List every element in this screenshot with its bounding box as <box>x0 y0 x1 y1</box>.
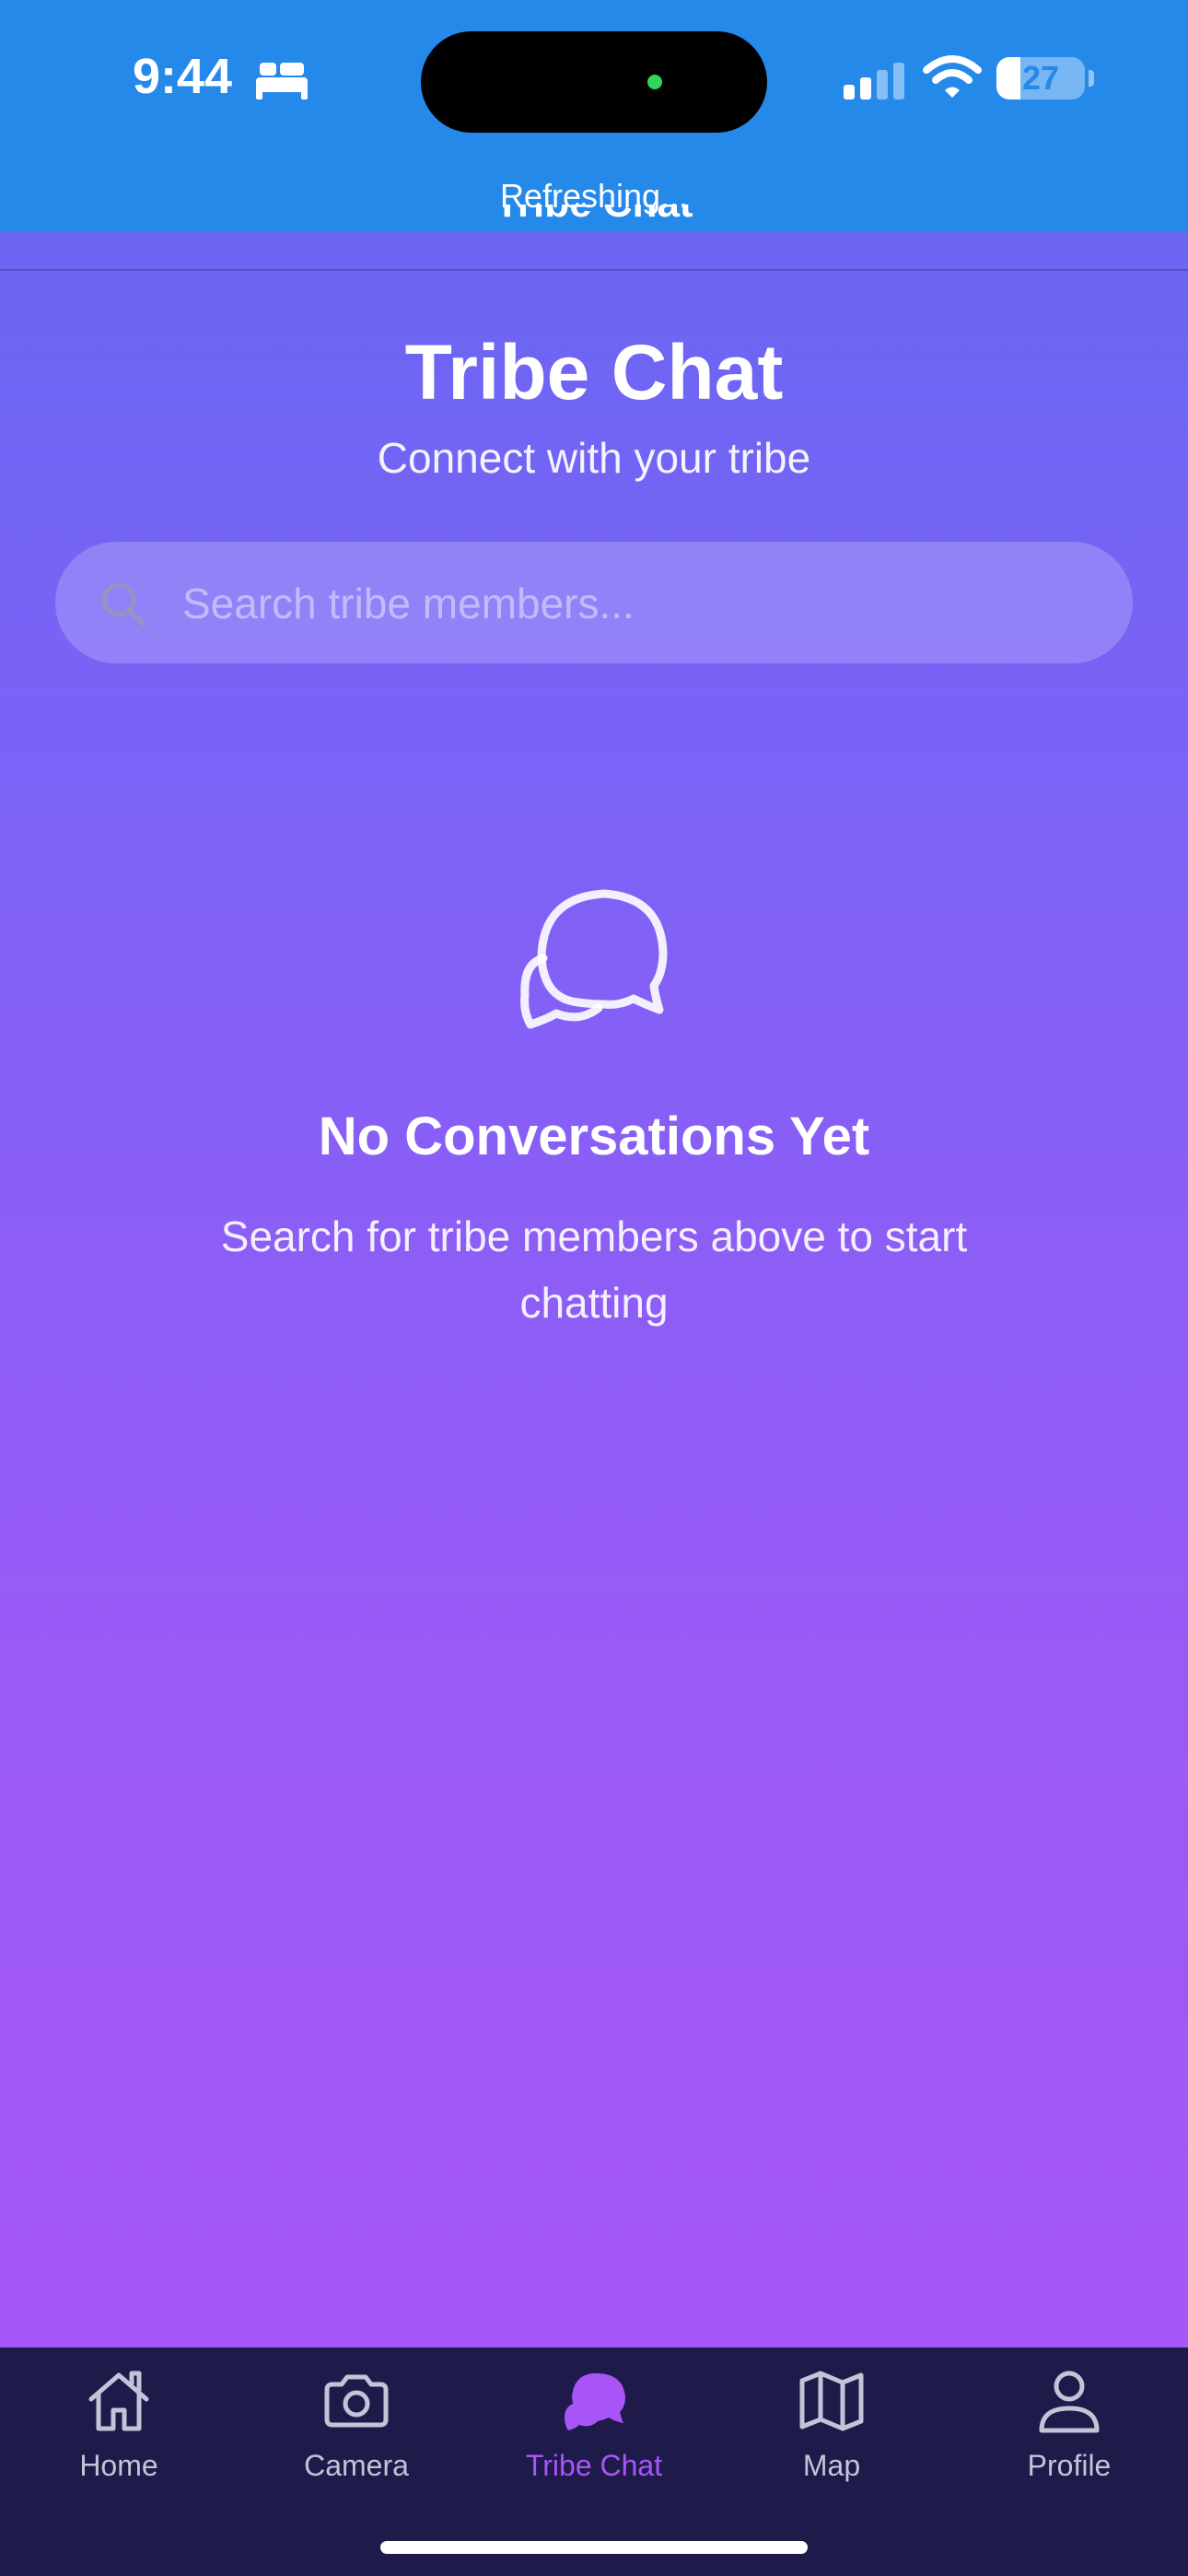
dynamic-island <box>421 31 767 133</box>
battery-level-label: 27 <box>1021 59 1060 97</box>
tab-label-home: Home <box>79 2449 158 2482</box>
search-input[interactable] <box>181 569 1087 638</box>
empty-state-title: No Conversations Yet <box>318 1107 870 1166</box>
tab-label-profile: Profile <box>1027 2449 1112 2482</box>
bed-icon <box>256 63 308 100</box>
page-subtitle: Connect with your tribe <box>377 434 811 482</box>
status-time: 9:44 <box>133 49 233 104</box>
home-icon <box>88 2371 149 2431</box>
tab-profile[interactable]: Profile <box>950 2366 1188 2513</box>
chat-icon <box>565 2373 625 2430</box>
camera-indicator-dot <box>647 75 662 89</box>
wifi-icon <box>923 55 982 98</box>
map-icon <box>799 2371 864 2431</box>
nav-divider <box>0 269 1188 271</box>
empty-state-description: Search for tribe members above to start … <box>220 1212 968 1327</box>
home-indicator[interactable] <box>380 2541 808 2554</box>
cellular-signal-icon <box>844 63 904 100</box>
battery-indicator: 27 <box>996 57 1085 100</box>
nav-title-partial: Tribe Chat <box>0 205 1188 232</box>
status-bar: 9:44 27 Refreshing... <box>0 0 1188 232</box>
camera-icon <box>324 2374 389 2428</box>
tab-home[interactable]: Home <box>0 2366 238 2513</box>
profile-icon <box>1039 2371 1100 2433</box>
battery-nub <box>1089 70 1094 87</box>
nav-title-text: Tribe Chat <box>495 205 693 224</box>
tab-label-tribe-chat: Tribe Chat <box>525 2449 663 2482</box>
tab-map[interactable]: Map <box>713 2366 950 2513</box>
tab-tribe-chat[interactable]: Tribe Chat <box>475 2366 713 2513</box>
tab-camera[interactable]: Camera <box>238 2366 475 2513</box>
tab-label-map: Map <box>802 2449 861 2482</box>
page-title: Tribe Chat <box>404 329 784 416</box>
chat-bubbles-icon <box>520 889 668 1029</box>
tab-label-camera: Camera <box>304 2449 409 2482</box>
search-icon <box>101 582 146 627</box>
search-bar[interactable] <box>55 542 1133 663</box>
